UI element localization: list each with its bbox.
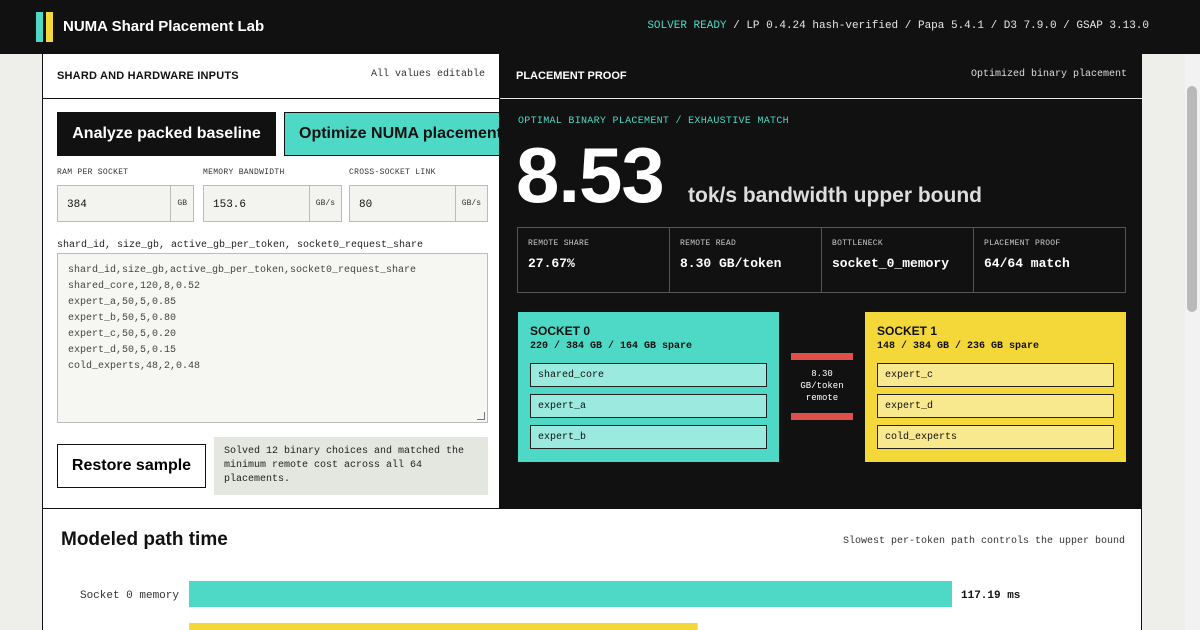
cross-socket-link-label: CROSS-SOCKET LINK bbox=[349, 168, 436, 177]
memory-bandwidth-field[interactable]: 153.6 GB/s bbox=[203, 185, 342, 222]
app-title: NUMA Shard Placement Lab bbox=[63, 18, 265, 35]
proof-panel-note: Optimized binary placement bbox=[970, 69, 1127, 80]
metric-label: REMOTE READ bbox=[680, 239, 737, 248]
bar-category-label: Socket 0 memory bbox=[80, 590, 179, 602]
link-value: 8.30 bbox=[811, 369, 833, 379]
socket-1-card: SOCKET 1 148 / 384 GB / 236 GB spare exp… bbox=[865, 312, 1126, 462]
socket-0-summary: 220 / 384 GB / 164 GB spare bbox=[530, 341, 693, 352]
throughput-caption: tok/s bandwidth upper bound bbox=[688, 184, 982, 207]
cross-socket-link-field[interactable]: 80 GB/s bbox=[349, 185, 488, 222]
memory-bandwidth-unit: GB/s bbox=[308, 186, 341, 221]
metric-remote-read: REMOTE READ 8.30 GB/token bbox=[670, 228, 822, 292]
shard-chip: expert_b bbox=[530, 425, 767, 449]
proof-panel-header: PLACEMENT PROOF Optimized binary placeme… bbox=[500, 54, 1142, 99]
csv-line: shared_core,120,8,0.52 bbox=[68, 281, 201, 292]
bar-value-label: 117.19 ms bbox=[961, 590, 1020, 602]
metrics-grid: REMOTE SHARE 27.67% REMOTE READ 8.30 GB/… bbox=[517, 227, 1126, 293]
inputs-panel-note: All values editable bbox=[370, 69, 485, 80]
path-time-panel: Socket 0 memory117.19 msSocket 1 memory7… bbox=[42, 508, 1142, 630]
inputs-panel-header: SHARD AND HARDWARE INPUTS All values edi… bbox=[43, 54, 499, 99]
cross-socket-link-label: 8.30 GB/token remote bbox=[789, 368, 855, 404]
shard-chip: cold_experts bbox=[877, 425, 1114, 449]
socket-1-summary: 148 / 384 GB / 236 GB spare bbox=[877, 341, 1040, 352]
csv-line: expert_b,50,5,0.80 bbox=[68, 313, 177, 324]
metric-value: 8.30 GB/token bbox=[680, 256, 782, 271]
app-logo-icon bbox=[36, 12, 54, 42]
proof-panel-title: PLACEMENT PROOF bbox=[516, 70, 627, 82]
analyze-baseline-button[interactable]: Analyze packed baseline bbox=[57, 112, 276, 156]
memory-bandwidth-label: MEMORY BANDWIDTH bbox=[203, 168, 285, 177]
shard-chip: shared_core bbox=[530, 363, 767, 387]
csv-line: shard_id,size_gb,active_gb_per_token,soc… bbox=[68, 265, 417, 276]
shard-csv-textarea[interactable]: shard_id,size_gb,active_gb_per_token,soc… bbox=[57, 253, 488, 423]
csv-line: expert_c,50,5,0.20 bbox=[68, 329, 177, 340]
resize-handle-icon[interactable] bbox=[477, 412, 485, 420]
ram-per-socket-field[interactable]: 384 GB bbox=[57, 185, 194, 222]
metric-value: 27.67% bbox=[528, 256, 575, 271]
metric-label: REMOTE SHARE bbox=[528, 239, 590, 248]
metric-bottleneck: BOTTLENECK socket_0_memory bbox=[822, 228, 974, 292]
solver-ready-label: SOLVER READY bbox=[647, 20, 727, 32]
ram-per-socket-label: RAM PER SOCKET bbox=[57, 168, 129, 177]
link-unit: GB/token bbox=[800, 381, 844, 391]
socket-1-title: SOCKET 1 bbox=[877, 324, 938, 338]
path-time-bar bbox=[189, 581, 952, 607]
path-time-bar bbox=[189, 623, 698, 630]
socket-0-title: SOCKET 0 bbox=[530, 324, 591, 338]
inputs-panel-title: SHARD AND HARDWARE INPUTS bbox=[57, 70, 239, 82]
socket-0-card: SOCKET 0 220 / 384 GB / 164 GB spare sha… bbox=[518, 312, 779, 462]
solver-status: SOLVER READY / LP 0.4.24 hash-verified /… bbox=[647, 20, 1149, 32]
path-time-title: Modeled path time bbox=[61, 529, 228, 550]
restore-sample-button[interactable]: Restore sample bbox=[57, 444, 206, 488]
placement-proof-panel: PLACEMENT PROOF Optimized binary placeme… bbox=[500, 54, 1142, 509]
shard-chip: expert_c bbox=[877, 363, 1114, 387]
csv-line: cold_experts,48,2,0.48 bbox=[68, 361, 201, 372]
path-time-note: Slowest per-token path controls the uppe… bbox=[842, 536, 1125, 547]
ram-per-socket-unit: GB bbox=[170, 186, 193, 221]
shard-chip: expert_a bbox=[530, 394, 767, 418]
inputs-panel: SHARD AND HARDWARE INPUTS All values edi… bbox=[42, 54, 500, 509]
ram-per-socket-value[interactable]: 384 bbox=[67, 199, 87, 211]
cross-socket-link-unit: GB/s bbox=[454, 186, 487, 221]
library-versions: / LP 0.4.24 hash-verified / Papa 5.4.1 /… bbox=[726, 20, 1149, 32]
throughput-value: 8.53 bbox=[516, 131, 665, 219]
shard-chip: expert_d bbox=[877, 394, 1114, 418]
link-caption: remote bbox=[805, 393, 839, 403]
cross-socket-link-value[interactable]: 80 bbox=[359, 199, 372, 211]
page-scrollbar-thumb[interactable] bbox=[1187, 86, 1197, 312]
csv-line: expert_a,50,5,0.85 bbox=[68, 297, 177, 308]
memory-bandwidth-value[interactable]: 153.6 bbox=[213, 199, 246, 211]
metric-value: 64/64 match bbox=[984, 256, 1070, 271]
metric-remote-share: REMOTE SHARE 27.67% bbox=[518, 228, 670, 292]
solve-status-message: Solved 12 binary choices and matched the… bbox=[214, 437, 488, 495]
metric-placement-proof: PLACEMENT PROOF 64/64 match bbox=[974, 228, 1125, 292]
metric-label: BOTTLENECK bbox=[832, 239, 884, 248]
cross-socket-link-bar-top bbox=[791, 353, 853, 360]
metric-label: PLACEMENT PROOF bbox=[984, 239, 1061, 248]
metric-value: socket_0_memory bbox=[832, 256, 950, 271]
top-bar: NUMA Shard Placement Lab SOLVER READY / … bbox=[0, 0, 1200, 54]
csv-label: shard_id, size_gb, active_gb_per_token, … bbox=[57, 240, 424, 251]
csv-line: expert_d,50,5,0.15 bbox=[68, 345, 177, 356]
optimize-placement-button[interactable]: Optimize NUMA placement bbox=[284, 112, 499, 156]
cross-socket-link-bar-bottom bbox=[791, 413, 853, 420]
path-time-chart: Socket 0 memory117.19 msSocket 1 memory7… bbox=[80, 581, 1020, 630]
proof-kicker: OPTIMAL BINARY PLACEMENT / EXHAUSTIVE MA… bbox=[518, 116, 789, 127]
